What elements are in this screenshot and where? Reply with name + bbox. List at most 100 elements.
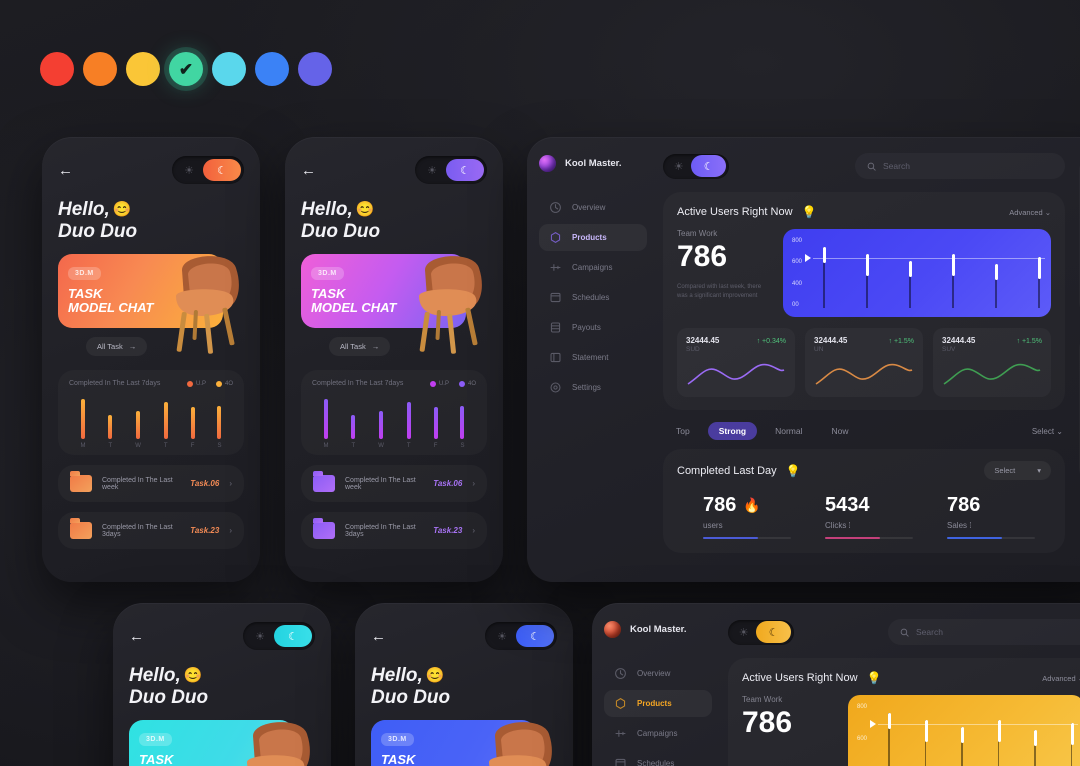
candle-head (924, 720, 928, 743)
moon-icon[interactable]: ☾ (446, 159, 484, 181)
theme-toggle-bottom[interactable]: ☀ ☾ (728, 619, 794, 645)
swatch-yellow[interactable] (126, 52, 160, 86)
swatch-purple[interactable] (298, 52, 332, 86)
stat-card[interactable]: 32444.45 ↑ +1.5% UN (805, 328, 923, 397)
hero-area: 3D.M TASKMODEL CHAT All Task → (371, 720, 557, 766)
legend-item: U.P (186, 380, 206, 387)
advanced-dropdown[interactable]: Advanced ⌄ (1009, 208, 1051, 217)
stat-value: 32444.45 (814, 336, 848, 345)
sidebar-item-campaigns[interactable]: Campaigns (539, 254, 647, 281)
brand[interactable]: Kool Master. (539, 155, 647, 172)
color-swatch-row[interactable]: ✔ (40, 52, 332, 86)
list-item[interactable]: Completed In The Last week Task.06 › (58, 465, 244, 502)
sidebar-item-schedules[interactable]: Schedules (539, 284, 647, 311)
advanced-dropdown[interactable]: Advanced ⌄ (1042, 674, 1080, 683)
greeting: Hello, 😊 Duo Duo (301, 199, 487, 242)
stat-card[interactable]: 32444.45 ↑ +1.5% SUV (933, 328, 1051, 397)
tab-top[interactable]: Top (665, 422, 701, 440)
swatch-green[interactable]: ✔ (169, 52, 203, 86)
sidebar-item-schedules-bottom[interactable]: Schedules (604, 750, 712, 766)
stat-name: SUV (942, 346, 956, 353)
moon-icon[interactable]: ☾ (516, 625, 554, 647)
all-task-button[interactable]: All Task → (86, 337, 148, 357)
bar-column: T (163, 397, 168, 449)
back-button[interactable]: ← (371, 626, 397, 646)
moon-icon[interactable]: ☾ (274, 625, 312, 647)
sun-icon[interactable]: ☀ (731, 626, 756, 639)
theme-toggle[interactable]: ☀ ☾ (243, 622, 315, 650)
bar-label: T (406, 443, 411, 450)
stat-delta: ↑ +1.5% (888, 338, 915, 345)
products-icon (550, 232, 561, 243)
sidebar-bottom: Kool Master. Overview Products Campaigns… (592, 603, 724, 766)
moon-icon[interactable]: ☾ (756, 621, 791, 643)
sidebar-item-overview-bottom[interactable]: Overview (604, 660, 712, 687)
search-input-bottom[interactable]: Search (888, 619, 1080, 645)
stat-card[interactable]: 32444.45 ↑ +0.34% SUD (677, 328, 795, 397)
moon-icon[interactable]: ☾ (691, 155, 726, 177)
sidebar-item-statement[interactable]: Statement (539, 344, 647, 371)
sidebar-item-campaigns-bottom[interactable]: Campaigns (604, 720, 712, 747)
back-button[interactable]: ← (301, 160, 327, 180)
canvas: ✔ ← ☀ ☾ Hello, 😊 Duo Duo 3D.M TASK MODEL C… (0, 0, 1080, 766)
tab-normal[interactable]: Normal (764, 422, 813, 440)
swatch-red[interactable] (40, 52, 74, 86)
metric-label: users (703, 521, 723, 530)
metrics-row: 786 🔥 users 5434 Clicks ⁞ 786 Sales ⁞ (677, 494, 1051, 539)
sun-icon[interactable]: ☀ (488, 630, 516, 643)
sun-icon[interactable]: ☀ (175, 164, 203, 177)
theme-toggle[interactable]: ☀ ☾ (172, 156, 244, 184)
phone-mockup-cyan[interactable]: ← ☀ ☾ Hello,😊 Duo Duo 3D.M TASKMODEL CHA… (113, 603, 331, 766)
all-task-button[interactable]: All Task → (329, 337, 391, 357)
moon-icon[interactable]: ☾ (203, 159, 241, 181)
swatch-blue[interactable] (255, 52, 289, 86)
bar-label: F (190, 443, 195, 450)
filter-tabs[interactable]: Top Strong Normal Now Select ⌄ (665, 422, 1063, 440)
schedules-icon (615, 758, 626, 766)
sidebar-item-products-bottom[interactable]: Products (604, 690, 712, 717)
sidebar-item-payouts[interactable]: Payouts (539, 314, 647, 341)
list-item[interactable]: Completed In The Last week Task.06 › (301, 465, 487, 502)
search-input[interactable]: Search (855, 153, 1065, 179)
back-button[interactable]: ← (58, 160, 84, 180)
candle-bar (995, 238, 998, 308)
select-dropdown[interactable]: Select ▾ (984, 461, 1051, 480)
sidebar-item-overview[interactable]: Overview (539, 194, 647, 221)
phone-mockup-purple[interactable]: ← ☀ ☾ Hello, 😊 Duo Duo 3D.M TASK MODEL CHA… (285, 137, 503, 582)
tab-strong[interactable]: Strong (707, 422, 758, 440)
sidebar-item-settings[interactable]: Settings (539, 374, 647, 401)
dashboard-dark-purple[interactable]: Kool Master. Overview Products Campaigns… (527, 137, 1080, 582)
list-item-label: Completed In The Last week (345, 476, 416, 491)
sun-icon[interactable]: ☀ (666, 160, 691, 173)
sun-icon[interactable]: ☀ (246, 630, 274, 643)
brand-bottom[interactable]: Kool Master. (604, 621, 712, 638)
tab-now[interactable]: Now (821, 422, 860, 440)
list-item[interactable]: Completed In The Last 3days Task.23 › (301, 512, 487, 549)
sidebar-item-label: Schedules (637, 759, 675, 766)
metric-label: Clicks ⁞ (825, 521, 851, 530)
theme-toggle[interactable]: ☀ ☾ (485, 622, 557, 650)
theme-toggle[interactable]: ☀ ☾ (415, 156, 487, 184)
candle-bar (952, 238, 955, 308)
list-item[interactable]: Completed In The Last 3days Task.23 › (58, 512, 244, 549)
bar-column: F (190, 397, 195, 450)
sidebar-item-products[interactable]: Products (539, 224, 647, 251)
theme-toggle[interactable]: ☀ ☾ (663, 153, 729, 179)
swatch-cyan[interactable] (212, 52, 246, 86)
sun-icon[interactable]: ☀ (418, 164, 446, 177)
tabs-select-dropdown[interactable]: Select ⌄ (1032, 427, 1063, 436)
dashboard-orange[interactable]: Kool Master. Overview Products Campaigns… (592, 603, 1080, 766)
swatch-orange[interactable] (83, 52, 117, 86)
back-button[interactable]: ← (129, 626, 155, 646)
bar-label: T (108, 443, 113, 450)
candle-bar (909, 238, 912, 308)
phone-mockup-blue[interactable]: ← ☀ ☾ Hello,😊 Duo Duo 3D.M TASKMODEL CHA… (355, 603, 573, 766)
completed-last-day-panel: Completed Last Day 💡 Select ▾ 786 🔥 user… (663, 449, 1065, 553)
metric: 786 🔥 users (703, 494, 791, 539)
chair-3d-image (489, 722, 552, 766)
axis-marker-icon (805, 254, 811, 262)
candle-head (997, 719, 1001, 742)
phone-mockup-orange[interactable]: ← ☀ ☾ Hello, 😊 Duo Duo 3D.M TASK MODEL CHA… (42, 137, 260, 582)
chart-bars (888, 704, 1074, 766)
bar-column: T (108, 397, 113, 450)
